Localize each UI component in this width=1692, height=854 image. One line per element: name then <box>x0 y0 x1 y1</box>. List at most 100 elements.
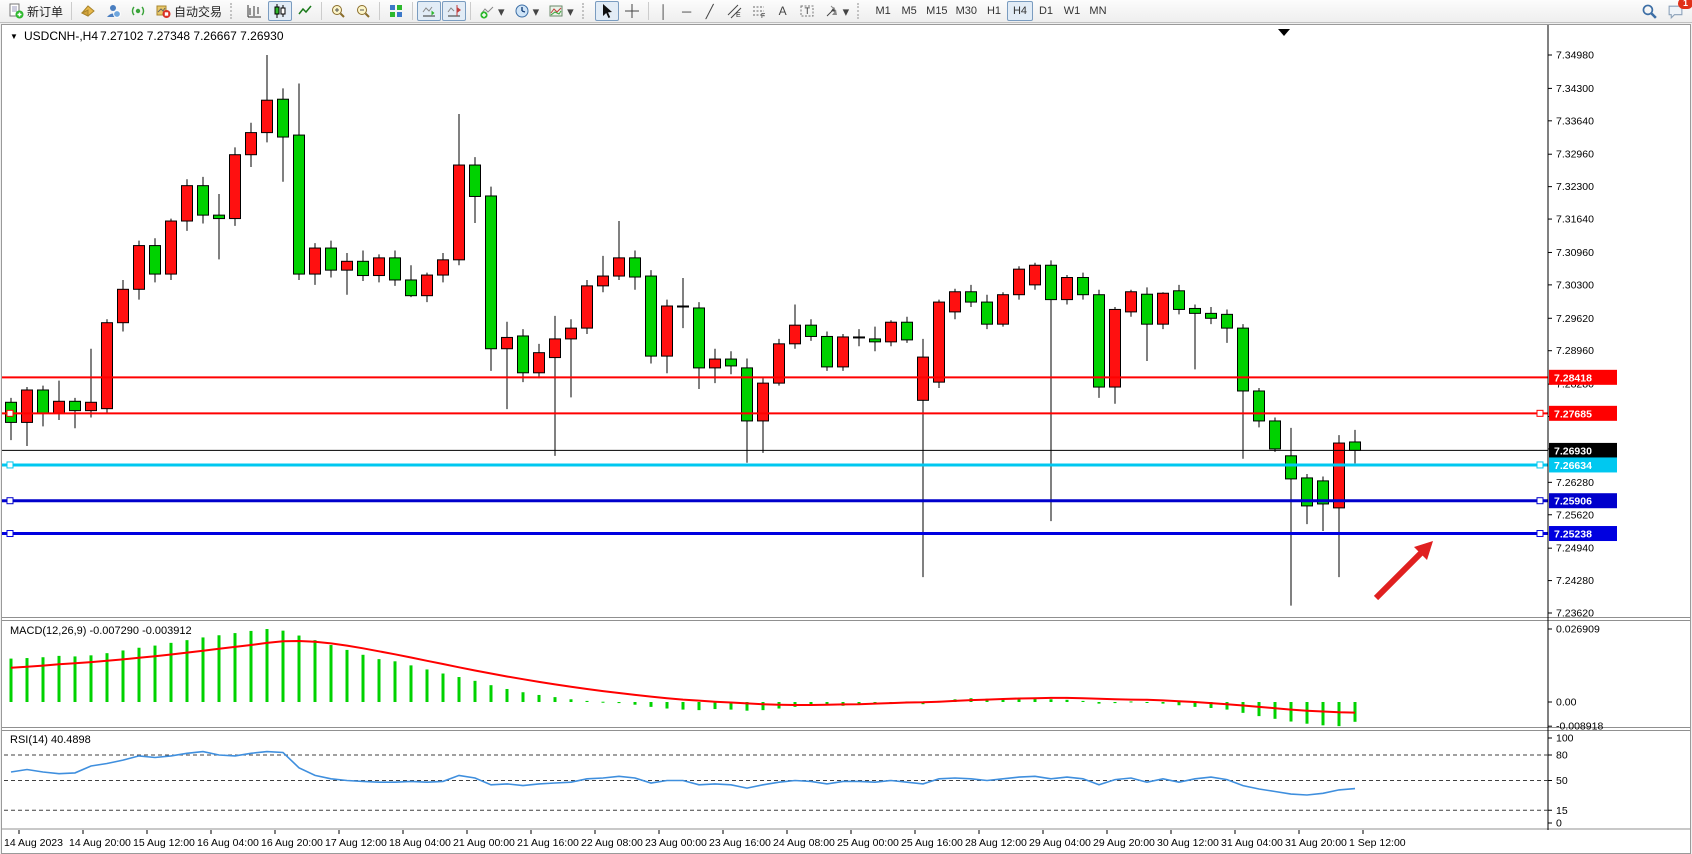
macd-bar <box>58 656 61 702</box>
chart-canvas[interactable]: 7.349807.343007.336407.329607.323007.316… <box>2 25 1690 853</box>
candle <box>1142 294 1153 324</box>
timeframe-button-h1[interactable]: H1 <box>981 1 1007 21</box>
candle <box>1078 278 1089 295</box>
text-label-button[interactable]: T <box>795 1 819 21</box>
candle <box>1046 265 1057 299</box>
line-handle[interactable] <box>7 410 13 416</box>
candle <box>470 165 481 196</box>
rsi-tick-label: 80 <box>1556 750 1568 762</box>
line-handle[interactable] <box>1537 410 1543 416</box>
timeframe-button-mn[interactable]: MN <box>1085 1 1111 21</box>
new-order-button[interactable]: 新订单 <box>4 1 67 21</box>
candle <box>518 336 529 373</box>
channel-icon: E <box>726 3 742 19</box>
candle <box>422 275 433 296</box>
rsi-tick-label: 0 <box>1556 818 1562 830</box>
time-axis-label: 29 Aug 20:00 <box>1093 837 1155 849</box>
market-watch-button[interactable] <box>76 1 100 21</box>
macd-bar <box>250 631 253 702</box>
auto-trading-button[interactable]: 自动交易 <box>151 1 226 21</box>
clock-icon <box>514 3 530 19</box>
line-handle[interactable] <box>1537 531 1543 537</box>
search-button[interactable] <box>1637 1 1662 21</box>
vertical-line-button[interactable]: │ <box>653 1 675 21</box>
timeframe-button-m1[interactable]: M1 <box>870 1 896 21</box>
macd-bar <box>266 629 269 702</box>
timeframe-button-m5[interactable]: M5 <box>896 1 922 21</box>
zoom-in-button[interactable] <box>326 1 350 21</box>
macd-bar <box>186 640 189 702</box>
periods-button[interactable]: ▾ <box>510 1 544 21</box>
rsi-tick-label: 50 <box>1556 775 1568 787</box>
line-handle[interactable] <box>7 498 13 504</box>
macd-bar <box>1130 701 1133 702</box>
line-price-badge-text: 7.26634 <box>1554 460 1592 472</box>
shapes-button[interactable]: ▾ <box>820 1 854 21</box>
chart-ohlc-values: 7.27102 7.27348 7.26667 7.26930 <box>100 29 284 43</box>
trendline-button[interactable]: ╱ <box>699 1 721 21</box>
candle <box>598 276 609 286</box>
line-chart-mode-button[interactable] <box>293 1 317 21</box>
candlestick-mode-button[interactable] <box>268 1 292 21</box>
macd-bar <box>1274 702 1277 719</box>
time-axis-label: 24 Aug 08:00 <box>773 837 835 849</box>
macd-bar <box>506 689 509 702</box>
macd-bar <box>618 702 621 703</box>
line-handle[interactable] <box>1537 462 1543 468</box>
candle <box>22 390 33 422</box>
cursor-button[interactable] <box>595 1 619 21</box>
candle <box>294 135 305 274</box>
candle <box>118 289 129 322</box>
auto-scroll-button[interactable] <box>417 1 441 21</box>
person-icon <box>105 3 121 19</box>
candle <box>630 258 641 277</box>
chevron-down-icon: ▾ <box>533 5 540 18</box>
trendline-icon: ╱ <box>706 5 714 18</box>
fibonacci-button[interactable]: F <box>747 1 771 21</box>
timeframe-button-h4[interactable]: H4 <box>1007 1 1033 21</box>
indicators-button[interactable]: ▾ <box>475 1 509 21</box>
candle <box>662 306 673 356</box>
timeframe-button-w1[interactable]: W1 <box>1059 1 1085 21</box>
macd-bar <box>1114 702 1117 703</box>
community-button[interactable] <box>101 1 125 21</box>
tile-windows-button[interactable] <box>384 1 408 21</box>
zoom-out-button[interactable] <box>351 1 375 21</box>
templates-button[interactable]: ▾ <box>544 1 578 21</box>
chart-shift-button[interactable] <box>442 1 466 21</box>
macd-bar <box>170 643 173 702</box>
line-handle[interactable] <box>1537 498 1543 504</box>
macd-bar <box>714 702 717 709</box>
separator <box>470 2 471 20</box>
candle <box>38 390 49 413</box>
macd-bar <box>490 685 493 702</box>
svg-text:E: E <box>736 12 741 19</box>
text-button[interactable]: A <box>772 1 794 21</box>
timeframe-button-d1[interactable]: D1 <box>1033 1 1059 21</box>
time-axis-label: 21 Aug 16:00 <box>517 837 579 849</box>
line-handle[interactable] <box>7 462 13 468</box>
rsi-tick-label: 100 <box>1556 733 1574 745</box>
candle <box>822 336 833 366</box>
candle <box>950 292 961 312</box>
macd-bar <box>426 669 429 702</box>
chart-window: 7.349807.343007.336407.329607.323007.316… <box>1 24 1691 854</box>
crosshair-button[interactable] <box>620 1 644 21</box>
macd-bar <box>1306 702 1309 724</box>
horizontal-line-button[interactable]: ─ <box>676 1 698 21</box>
chart-collapse-icon: ▼ <box>10 32 18 41</box>
signals-button[interactable] <box>126 1 150 21</box>
macd-bar <box>1178 702 1181 705</box>
candle <box>214 215 225 218</box>
timeframe-button-m30[interactable]: M30 <box>952 1 981 21</box>
macd-tick-label: 0.026909 <box>1556 624 1600 636</box>
candle <box>806 325 817 336</box>
candle <box>1126 292 1137 312</box>
macd-bar <box>474 681 477 702</box>
equidistant-channel-button[interactable]: E <box>722 1 746 21</box>
timeframe-button-m15[interactable]: M15 <box>922 1 951 21</box>
line-handle[interactable] <box>7 531 13 537</box>
candle <box>1190 308 1201 313</box>
bar-chart-mode-button[interactable] <box>243 1 267 21</box>
notifications-button[interactable]: 1 <box>1663 1 1688 21</box>
